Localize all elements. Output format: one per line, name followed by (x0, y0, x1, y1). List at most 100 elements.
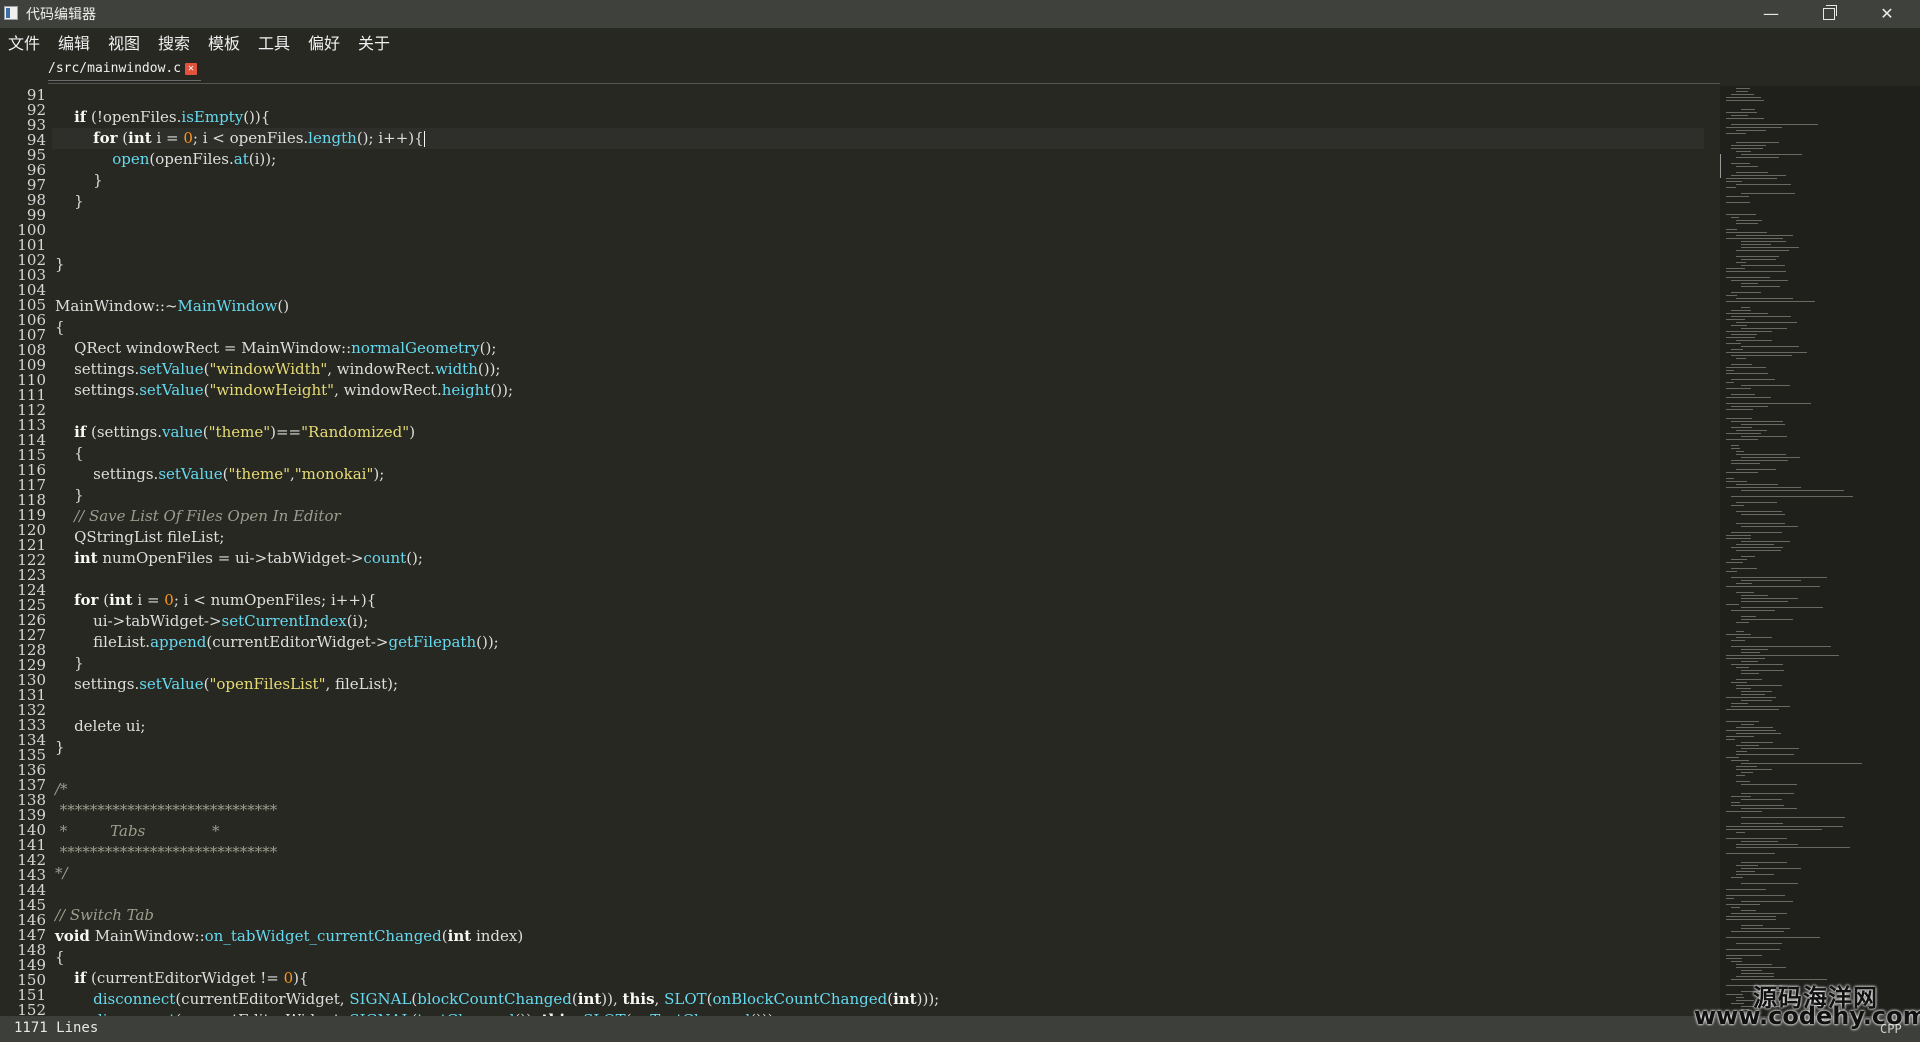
code-token: setValue (158, 465, 223, 483)
code-line: { (55, 947, 65, 968)
minimap-line (1731, 349, 1743, 350)
menu-templates[interactable]: 模板 (206, 30, 242, 54)
code-token: blockCountChanged (417, 990, 572, 1008)
minimap-line (1731, 292, 1761, 293)
code-token: "windowWidth" (209, 360, 328, 378)
close-button[interactable]: ✕ (1858, 0, 1916, 28)
menu-file[interactable]: 文件 (6, 30, 42, 54)
minimap-line (1731, 460, 1788, 461)
minimap-line (1726, 829, 1822, 830)
code-token: i = (132, 591, 165, 609)
code-line: disconnect(currentEditorWidget, SIGNAL(b… (55, 989, 939, 1010)
minimap-line (1726, 658, 1765, 659)
menu-search[interactable]: 搜索 (156, 30, 192, 54)
minimap-line (1741, 607, 1823, 608)
code-token: if (74, 423, 87, 441)
window-title: 代码编辑器 (26, 7, 96, 23)
menu-about[interactable]: 关于 (356, 30, 392, 54)
code-token: // Save List Of Files Open In Editor (74, 507, 341, 525)
restore-button[interactable] (1800, 0, 1858, 28)
minimap-line (1736, 865, 1758, 866)
minimap-line (1741, 742, 1773, 743)
minimap-line (1741, 598, 1798, 599)
menu-view[interactable]: 视图 (106, 30, 142, 54)
minimap-line (1736, 166, 1758, 167)
minimap-line (1741, 283, 1758, 284)
minimap-line (1741, 910, 1756, 911)
minimap-line (1741, 424, 1785, 425)
restore-icon (1823, 5, 1837, 20)
code-token: "theme" (208, 423, 271, 441)
code-token: "openFilesList" (209, 675, 326, 693)
minimap-line (1741, 286, 1780, 287)
minimap-line (1741, 244, 1771, 245)
minimap-line (1736, 622, 1749, 623)
minimap-line (1741, 808, 1797, 809)
code-token: } (55, 255, 65, 273)
minimap-line (1731, 310, 1751, 311)
tab-close-icon[interactable]: ✕ (185, 62, 198, 75)
minimap-line (1726, 634, 1751, 635)
minimap-line (1741, 772, 1753, 773)
menu-bar: 文件 编辑 视图 搜索 模板 工具 偏好 关于 (0, 28, 1920, 54)
minimap-line (1741, 925, 1763, 926)
minimap-line (1741, 457, 1800, 458)
minimap-line (1731, 406, 1768, 407)
minimap-line (1726, 736, 1754, 737)
minimap-line (1726, 370, 1734, 371)
minimap-line (1741, 724, 1754, 725)
code-area[interactable]: if (!openFiles.isEmpty()){ for (int i = … (55, 86, 1695, 1016)
code-token: open (112, 150, 150, 168)
code-line: * Tabs * (55, 821, 220, 842)
minimap-line (1731, 394, 1755, 395)
minimap-line (1726, 319, 1745, 320)
minimap-line (1736, 88, 1750, 89)
minimap-line (1736, 130, 1766, 131)
code-token: , fileList); (325, 675, 399, 693)
minimap-line (1736, 223, 1758, 224)
minimap-line (1741, 649, 1768, 650)
tab-mainwindow[interactable]: /src/mainwindow.c ✕ (48, 58, 202, 81)
code-token: ***************************** (55, 843, 278, 861)
code-token: * Tabs * (55, 822, 220, 840)
minimap-line (1736, 430, 1767, 431)
code-token: settings. (55, 381, 140, 399)
minimap-line (1726, 904, 1760, 905)
watermark-url: www.codehy.com (1694, 1002, 1920, 1030)
app-icon (4, 6, 18, 20)
minimap-line (1731, 931, 1784, 932)
minimap-line (1726, 403, 1811, 404)
minimap-line (1741, 580, 1801, 581)
minimap-line (1726, 373, 1768, 374)
minimap-line (1731, 379, 1775, 380)
minimap-line (1736, 544, 1774, 545)
minimap-viewport-marker[interactable] (1720, 154, 1721, 178)
minimap-line (1726, 229, 1737, 230)
code-token: append (150, 633, 207, 651)
menu-tools[interactable]: 工具 (256, 30, 292, 54)
minimap-line (1741, 691, 1772, 692)
code-token: MainWindow (177, 297, 278, 315)
code-token: MainWindow:: (89, 927, 205, 945)
code-token: } (55, 654, 84, 672)
minimap-line (1726, 397, 1771, 398)
menu-edit[interactable]: 编辑 (56, 30, 92, 54)
minimap-line (1736, 523, 1785, 524)
minimap-line (1731, 334, 1757, 335)
code-line: MainWindow::~MainWindow() (55, 296, 289, 317)
minimap-line (1736, 91, 1748, 92)
minimap-line (1736, 451, 1744, 452)
minimap-line (1731, 802, 1740, 803)
minimap-line (1736, 322, 1797, 323)
minimap-line (1726, 487, 1801, 488)
menu-preferences[interactable]: 偏好 (306, 30, 342, 54)
minimap[interactable] (1720, 86, 1920, 1016)
minimize-button[interactable]: — (1742, 0, 1800, 28)
minimap-line (1726, 313, 1768, 314)
minimap-line (1726, 562, 1743, 563)
code-line: open(openFiles.at(i)); (55, 149, 276, 170)
code-editor[interactable]: 91 92 93 94 95 96 97 98 99 100 101 102 103 104 105 106 1… (0, 86, 1718, 1016)
minimap-line (1736, 340, 1772, 341)
